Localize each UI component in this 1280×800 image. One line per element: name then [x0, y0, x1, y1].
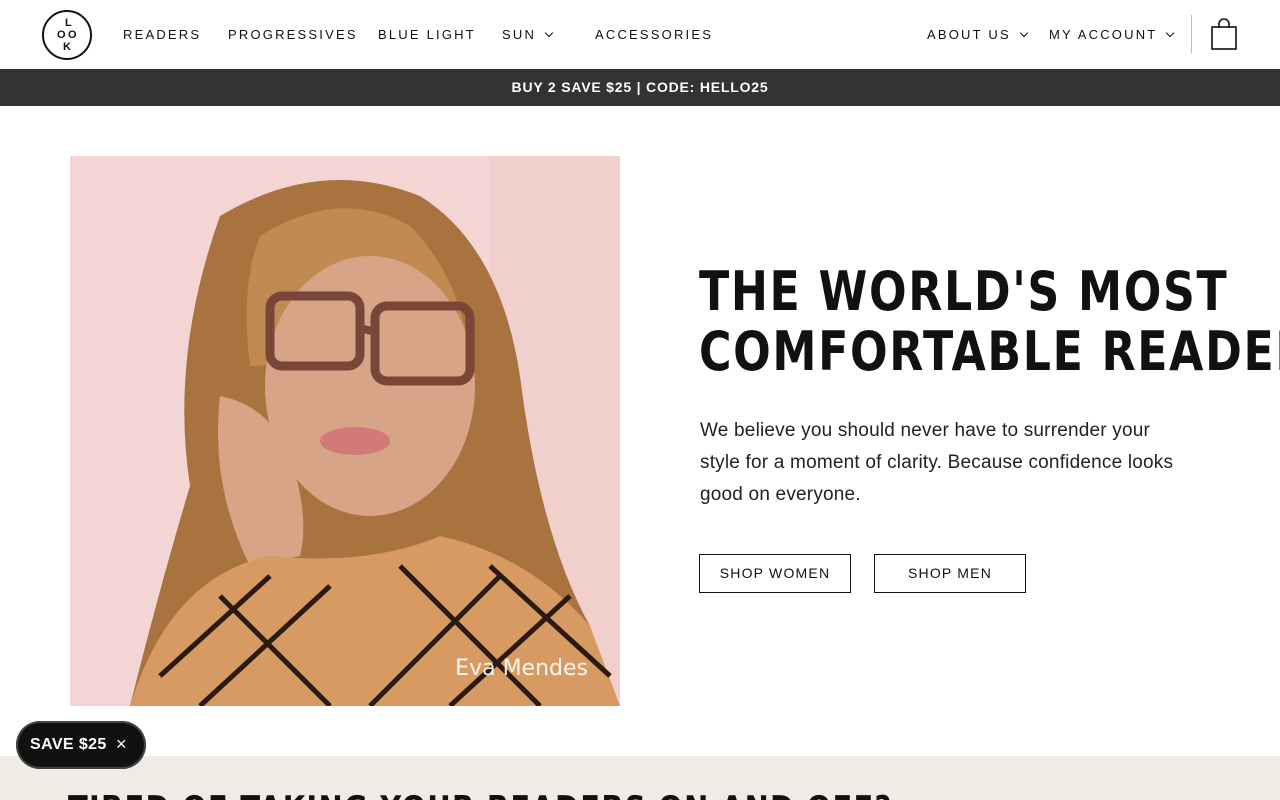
site-header: L O O K READERS PROGRESSIVES BLUE LIGHT … [0, 0, 1280, 69]
chevron-down-icon [1166, 28, 1175, 38]
lower-section: TIRED OF TAKING YOUR READERS ON AND OFF? [0, 756, 1280, 800]
nav-readers[interactable]: READERS [123, 27, 201, 43]
logo-letter: O [57, 29, 66, 41]
promo-banner[interactable]: BUY 2 SAVE $25 | CODE: HELLO25 [0, 69, 1280, 106]
promo-text: BUY 2 SAVE $25 | CODE: HELLO25 [511, 79, 769, 95]
shop-women-button[interactable]: SHOP WOMEN [699, 554, 851, 593]
nav-progressives[interactable]: PROGRESSIVES [228, 27, 358, 43]
header-divider [1191, 15, 1192, 53]
look-logo[interactable]: L O O K [42, 10, 92, 60]
nav-sun[interactable]: SUN [502, 27, 554, 43]
close-icon[interactable]: × [116, 734, 127, 754]
section-title: TIRED OF TAKING YOUR READERS ON AND OFF? [68, 789, 893, 800]
logo-letter: L [65, 17, 72, 29]
hero-headline: THE WORLD'S MOST COMFORTABLE READER [699, 260, 1280, 383]
save-offer-button[interactable]: SAVE $25 [30, 736, 107, 754]
chevron-down-icon [1019, 28, 1029, 38]
nav-accessories[interactable]: ACCESSORIES [595, 27, 713, 43]
shopping-bag-icon[interactable] [1211, 18, 1237, 50]
image-caption: Eva Mendes [455, 656, 588, 681]
logo-letter: K [63, 41, 71, 53]
nav-my-account[interactable]: MY ACCOUNT [1049, 27, 1175, 43]
chevron-down-icon [544, 28, 554, 38]
hero-image: Eva Mendes [70, 156, 620, 706]
save-offer-pill: SAVE $25 × [16, 721, 146, 769]
model-portrait [70, 156, 620, 706]
shop-men-button[interactable]: SHOP MEN [874, 554, 1026, 593]
hero-body-text: We believe you should never have to surr… [700, 420, 1174, 505]
logo-letter: O [68, 29, 77, 41]
nav-about-us[interactable]: ABOUT US [927, 27, 1029, 43]
nav-blue-light[interactable]: BLUE LIGHT [378, 27, 476, 43]
